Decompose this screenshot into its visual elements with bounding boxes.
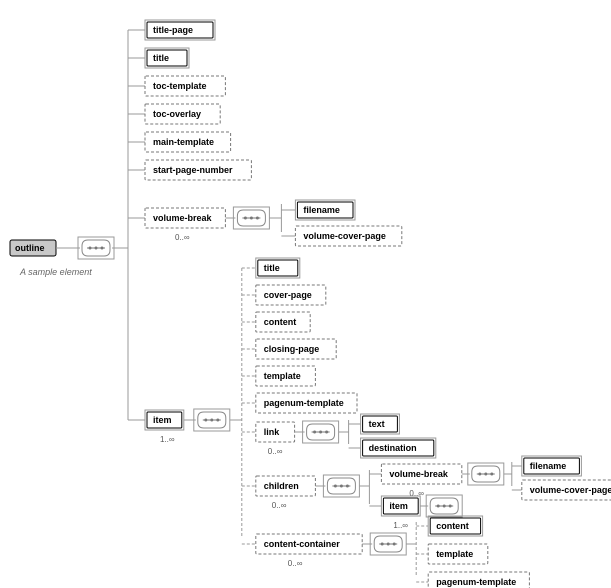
- label: item: [153, 415, 172, 425]
- compositor: [303, 421, 339, 443]
- node-content: content: [256, 312, 310, 332]
- node-content: content: [428, 516, 482, 536]
- root-note: A sample element: [19, 267, 92, 277]
- label: start-page-number: [153, 165, 233, 175]
- label: closing-page: [264, 344, 320, 354]
- node-toc-overlay: toc-overlay: [145, 104, 220, 124]
- node-filename: filename: [295, 200, 355, 220]
- compositor: [426, 495, 462, 517]
- label: main-template: [153, 137, 214, 147]
- label: title: [264, 263, 280, 273]
- occ: 0..∞: [288, 559, 303, 568]
- label: volume-cover-page: [530, 485, 611, 495]
- node-filename: filename: [522, 456, 582, 476]
- label: content: [264, 317, 297, 327]
- node-title: title: [256, 258, 300, 278]
- node-cover-page: cover-page: [256, 285, 326, 305]
- label: toc-overlay: [153, 109, 201, 119]
- label: destination: [369, 443, 417, 453]
- node-template: template: [428, 544, 488, 564]
- node-destination: destination: [361, 438, 436, 458]
- label: template: [436, 549, 473, 559]
- node-pagenum-template: pagenum-template: [428, 572, 529, 588]
- occ: 1..∞: [160, 435, 175, 444]
- label: toc-template: [153, 81, 207, 91]
- label: content: [436, 521, 469, 531]
- node-toc-template: toc-template: [145, 76, 225, 96]
- compositor: [468, 463, 504, 485]
- label: link: [264, 427, 280, 437]
- node-volume-cover-page: volume-cover-page: [522, 480, 611, 500]
- label: volume-break: [389, 469, 449, 479]
- label: filename: [303, 205, 340, 215]
- compositor: [233, 207, 269, 229]
- label: content-container: [264, 539, 341, 549]
- label: filename: [530, 461, 567, 471]
- node-main-template: main-template: [145, 132, 231, 152]
- node-pagenum-template: pagenum-template: [256, 393, 357, 413]
- label: template: [264, 371, 301, 381]
- node-item: item: [381, 496, 420, 516]
- node-volume-break: volume-break: [145, 208, 225, 228]
- compositor: [370, 533, 406, 555]
- node-volume-break: volume-break: [381, 464, 461, 484]
- node-start-page-number: start-page-number: [145, 160, 251, 180]
- node-closing-page: closing-page: [256, 339, 336, 359]
- label: text: [369, 419, 385, 429]
- label: pagenum-template: [264, 398, 344, 408]
- occ: 1..∞: [393, 521, 408, 530]
- node-content-container: content-container: [256, 534, 362, 554]
- label: pagenum-template: [436, 577, 516, 587]
- label: title: [153, 53, 169, 63]
- node-volume-cover-page: volume-cover-page: [295, 226, 401, 246]
- occ: 0..∞: [268, 447, 283, 456]
- node-template: template: [256, 366, 316, 386]
- node-title: title: [145, 48, 189, 68]
- node-link: link: [256, 422, 295, 442]
- label: title-page: [153, 25, 193, 35]
- node-children: children: [256, 476, 316, 496]
- node-item: item: [145, 410, 184, 430]
- label: volume-break: [153, 213, 213, 223]
- compositor-root: [82, 240, 110, 256]
- occ: 0..∞: [175, 233, 190, 242]
- compositor: [194, 409, 230, 431]
- label: volume-cover-page: [303, 231, 386, 241]
- label: item: [389, 501, 408, 511]
- label: cover-page: [264, 290, 312, 300]
- compositor: [323, 475, 359, 497]
- occ: 0..∞: [409, 489, 424, 498]
- label: children: [264, 481, 299, 491]
- node-title-page: title-page: [145, 20, 215, 40]
- node-text: text: [361, 414, 400, 434]
- occ: 0..∞: [272, 501, 287, 510]
- label-outline: outline: [15, 243, 45, 253]
